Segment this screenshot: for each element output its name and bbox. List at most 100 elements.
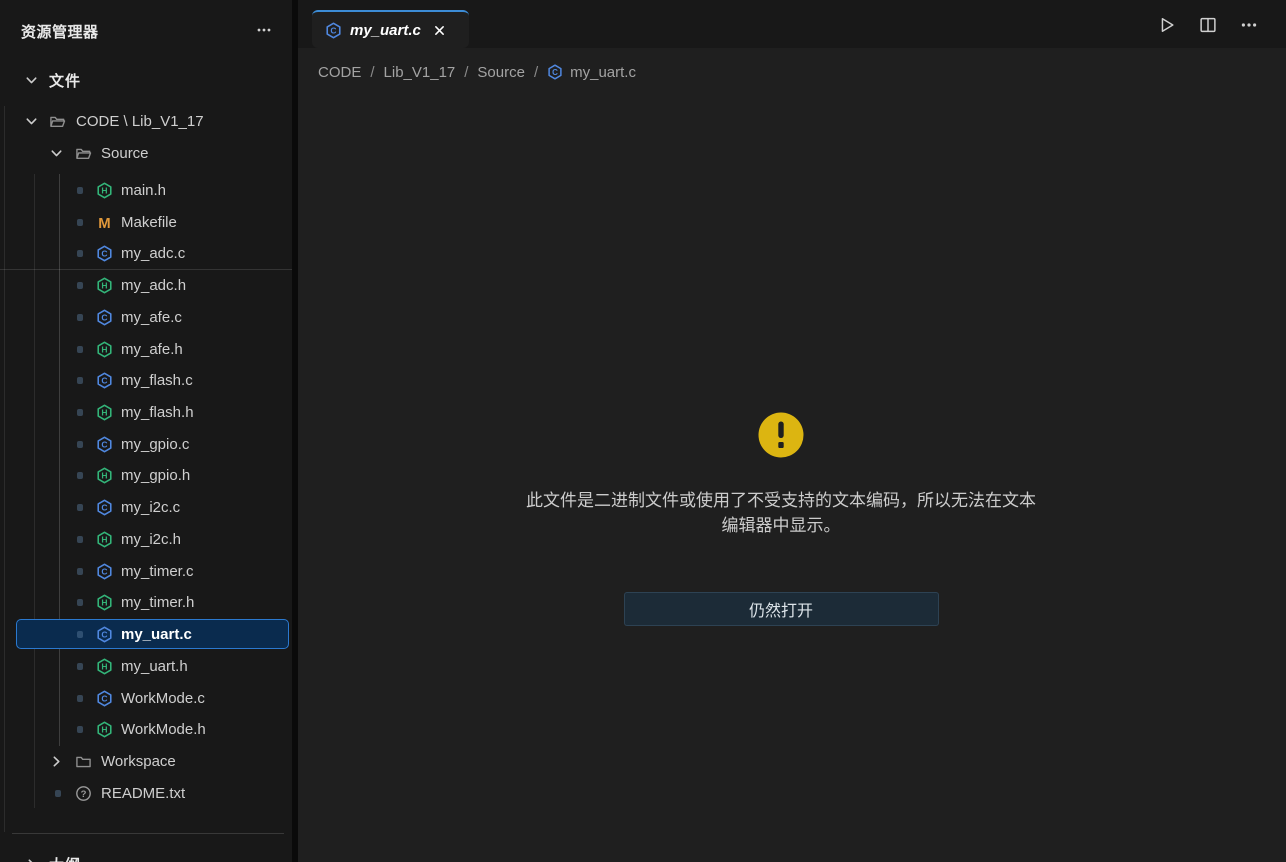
tree-item[interactable]: CODE \ Lib_V1_17 [0,105,292,137]
c-file-icon: C [96,436,113,453]
svg-text:C: C [552,68,558,77]
svg-text:C: C [101,248,107,258]
file-name: WorkMode.c [121,690,205,707]
c-file-icon: C [96,563,113,580]
svg-text:C: C [330,25,336,35]
modified-dot [77,346,83,353]
warning-icon [758,412,804,458]
file-name: my_afe.h [121,341,183,358]
warning-message-line2: 编辑器中显示。 [526,513,1036,538]
modified-dot [77,219,83,226]
makefile-icon: M [96,214,113,231]
c-file-icon: C [96,626,113,643]
tree-item[interactable]: C my_i2c.c [0,491,292,523]
run-button[interactable] [1156,14,1178,36]
file-name: my_afe.c [121,309,182,326]
svg-text:C: C [101,375,107,385]
h-file-icon: H [96,721,113,738]
tree-item[interactable]: C my_flash.c [0,364,292,396]
breadcrumb-item[interactable]: CODE [318,64,361,81]
file-name: my_i2c.h [121,531,181,548]
modified-dot [77,663,83,670]
tree-item[interactable]: H my_uart.h [0,650,292,682]
chevron-down-icon [24,73,39,88]
tree-item[interactable]: ? README.txt [0,777,292,809]
ellipsis-icon [256,22,272,38]
file-name: my_flash.h [121,404,194,421]
h-file-icon: H [96,277,113,294]
tree-item[interactable]: C my_timer.c [0,555,292,587]
c-file-icon: C [96,499,113,516]
svg-text:H: H [101,661,107,671]
h-file-icon: H [96,404,113,421]
svg-text:H: H [101,470,107,480]
editor-area: C my_uart.c CODE/Lib_V1_17/Source/Cmy_ua… [298,0,1286,862]
svg-text:C: C [101,629,107,639]
files-section-header[interactable]: 文件 [0,64,292,96]
tree-item[interactable]: H main.h [0,174,292,206]
split-editor-icon [1199,16,1217,34]
outline-section-label: 大纲 [49,854,81,862]
file-name: CODE \ Lib_V1_17 [76,113,204,130]
modified-dot [77,631,83,638]
split-editor-button[interactable] [1197,14,1219,36]
h-file-icon: H [96,594,113,611]
h-file-icon: H [96,658,113,675]
open-anyway-button[interactable]: 仍然打开 [624,592,939,626]
svg-text:H: H [101,407,107,417]
tree-item[interactable]: C my_gpio.c [0,428,292,460]
tree-item[interactable]: H my_timer.h [0,586,292,618]
c-file-icon: C [96,372,113,389]
svg-text:?: ? [81,789,87,800]
modified-dot [77,250,83,257]
tab-my-uart-c[interactable]: C my_uart.c [312,10,469,48]
modified-dot [77,472,83,479]
chevron-right-icon[interactable] [49,754,64,769]
breadcrumb-item[interactable]: Lib_V1_17 [384,64,456,81]
tree-item[interactable]: C WorkMode.c [0,682,292,714]
more-actions-button[interactable] [1238,14,1260,36]
modified-dot [77,187,83,194]
tree-item[interactable]: H WorkMode.h [0,713,292,745]
tree-item[interactable]: H my_adc.h [0,269,292,301]
file-name: Source [101,145,149,162]
breadcrumb-separator: / [534,64,538,81]
tree-item[interactable]: H my_gpio.h [0,459,292,491]
ellipsis-icon [1240,16,1258,34]
close-icon[interactable] [433,24,446,37]
file-name: my_adc.c [121,245,185,262]
modified-dot [77,282,83,289]
breadcrumb-item[interactable]: Source [477,64,525,81]
chevron-down-icon[interactable] [24,114,39,129]
breadcrumb-label: Lib_V1_17 [384,64,456,81]
modified-dot [77,726,83,733]
tree-item[interactable]: C my_uart.c [0,618,292,650]
tree-item[interactable]: C my_afe.c [0,301,292,333]
file-name: my_gpio.h [121,467,190,484]
chevron-down-icon[interactable] [49,146,64,161]
tab-label: my_uart.c [350,22,421,39]
play-icon [1158,16,1176,34]
modified-dot [77,409,83,416]
h-file-icon: H [96,182,113,199]
vscode-window: 资源管理器 文件 CODE \ Lib_V1_17 Source [0,0,1286,862]
tree-item[interactable]: Workspace [0,745,292,777]
tree-item[interactable]: H my_flash.h [0,396,292,428]
files-section-label: 文件 [49,70,81,91]
tree-item[interactable]: C my_adc.c [0,237,292,269]
question-icon: ? [75,785,92,802]
section-divider [12,833,284,834]
outline-section-header[interactable]: 大纲 [0,848,292,862]
file-name: my_adc.h [121,277,186,294]
tree-item[interactable]: H my_i2c.h [0,523,292,555]
file-name: my_flash.c [121,372,193,389]
breadcrumb-label: Source [477,64,525,81]
modified-dot [77,568,83,575]
tree-item[interactable]: Source [0,137,292,169]
sidebar-more-actions-button[interactable] [250,18,278,42]
breadcrumb: CODE/Lib_V1_17/Source/Cmy_uart.c [298,48,1286,96]
tree-item[interactable]: M Makefile [0,206,292,238]
sidebar-header: 资源管理器 [0,0,292,52]
tree-item[interactable]: H my_afe.h [0,333,292,365]
breadcrumb-item[interactable]: Cmy_uart.c [547,64,636,81]
